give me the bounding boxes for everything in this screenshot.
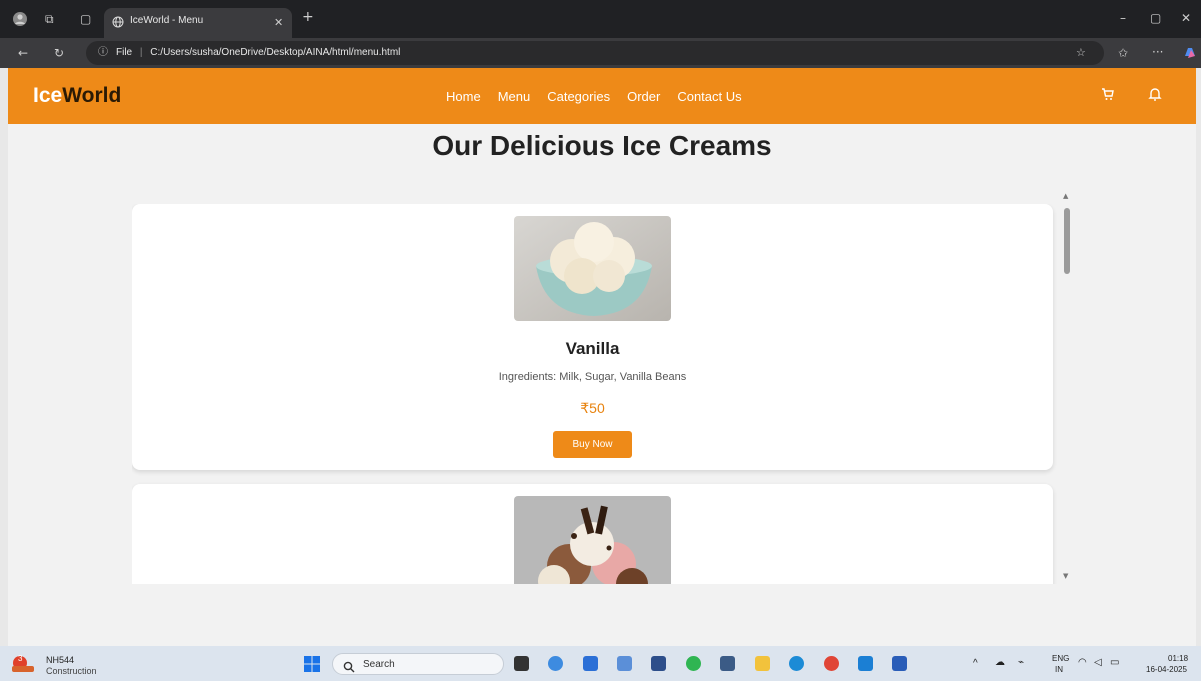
nav-link-contact-us[interactable]: Contact Us — [677, 89, 741, 104]
chocolate-ice-cream-image — [514, 496, 671, 584]
nav-link-order[interactable]: Order — [627, 89, 660, 104]
logo-ice: Ice — [33, 84, 63, 107]
task-view-icon[interactable] — [514, 656, 529, 671]
tray-chevron-icon[interactable]: ^ — [973, 658, 978, 669]
close-window-icon[interactable]: ✕ — [1181, 12, 1191, 24]
page-heading: Our Delicious Ice Creams — [432, 130, 772, 161]
vscode-icon[interactable] — [858, 656, 873, 671]
product-list[interactable]: Vanilla Ingredients: Milk, Sugar, Vanill… — [132, 204, 1070, 584]
edge-icon[interactable] — [789, 656, 804, 671]
battery-icon[interactable]: ▭ — [1110, 657, 1119, 668]
wifi-icon[interactable]: ◠ — [1078, 657, 1087, 668]
product-price: ₹50 — [580, 400, 605, 416]
windows-start-icon[interactable] — [304, 656, 320, 676]
profile-icon[interactable] — [12, 11, 28, 29]
chrome-icon[interactable] — [824, 656, 839, 671]
weather-widget[interactable]: 3 NH544 Construction — [8, 646, 118, 681]
bell-icon[interactable] — [1147, 86, 1163, 102]
onedrive-icon[interactable]: ☁ — [995, 657, 1005, 668]
clock-date[interactable]: 16-04-2025 — [1146, 665, 1187, 674]
app-icon[interactable] — [651, 656, 666, 671]
scrollbar[interactable]: ▲ ▼ — [1061, 192, 1073, 584]
whatsapp-icon[interactable] — [686, 656, 701, 671]
more-menu-icon[interactable]: ··· — [1152, 46, 1163, 58]
search-icon — [343, 658, 355, 677]
buy-now-button[interactable]: Buy Now — [553, 431, 632, 458]
copilot-icon[interactable] — [1183, 46, 1197, 62]
weather-badge: 3 — [18, 654, 23, 663]
minimize-icon[interactable]: – — [1120, 12, 1126, 24]
address-separator: | — [139, 47, 143, 58]
product-ingredients: Ingredients: Milk, Sugar, Vanilla Beans — [498, 371, 687, 383]
weather-title: NH544 — [46, 655, 75, 665]
store-icon[interactable] — [583, 656, 598, 671]
widgets-icon[interactable] — [548, 656, 563, 671]
language-top[interactable]: ENG — [1052, 654, 1069, 663]
taskbar-search[interactable]: Search — [332, 653, 504, 675]
product-card — [132, 484, 1053, 584]
volume-icon[interactable]: ◁ — [1094, 657, 1102, 668]
tab-title: IceWorld - Menu — [130, 15, 204, 26]
weather-subtitle: Construction — [46, 666, 97, 676]
scrollbar-thumb[interactable] — [1064, 208, 1070, 274]
browser-tab-bar: ⧉ ▢ IceWorld - Menu ✕ + – ▢ ✕ — [0, 0, 1201, 38]
language-bottom[interactable]: IN — [1055, 665, 1063, 674]
workspaces-icon[interactable]: ⧉ — [45, 13, 54, 25]
favorite-star-icon[interactable]: ☆ — [1076, 47, 1086, 59]
web-page: IceWorld Home Menu Categories Order Cont… — [8, 68, 1196, 646]
windows-taskbar: 3 NH544 Construction Search ^ ☁ ⌁ ENG IN… — [0, 646, 1201, 681]
nav-link-home[interactable]: Home — [446, 89, 481, 104]
address-prefix: File — [116, 47, 133, 58]
scroll-down-icon[interactable]: ▼ — [1063, 572, 1068, 580]
calculator-icon[interactable] — [720, 656, 735, 671]
site-logo[interactable]: IceWorld — [33, 84, 121, 108]
refresh-icon[interactable]: ↻ — [54, 47, 64, 59]
file-explorer-icon[interactable] — [755, 656, 770, 671]
globe-icon — [112, 16, 124, 30]
clock-time[interactable]: 01:18 — [1168, 654, 1188, 663]
info-icon[interactable]: ⓘ — [98, 47, 108, 59]
vanilla-ice-cream-image — [514, 216, 671, 321]
scroll-up-icon[interactable]: ▲ — [1063, 192, 1068, 200]
tab-iceworld-menu[interactable]: IceWorld - Menu ✕ — [104, 8, 292, 38]
cart-icon[interactable] — [1100, 86, 1116, 102]
nav-link-menu[interactable]: Menu — [498, 89, 531, 104]
notepad-icon[interactable] — [617, 656, 632, 671]
site-navbar: IceWorld Home Menu Categories Order Cont… — [8, 68, 1196, 124]
weather-icon — [12, 655, 40, 677]
address-bar[interactable]: ⓘ File | C:/Users/susha/OneDrive/Desktop… — [86, 41, 1104, 65]
product-name: Vanilla — [565, 339, 620, 358]
new-tab-icon[interactable]: + — [302, 10, 314, 24]
word-icon[interactable] — [892, 656, 907, 671]
maximize-icon[interactable]: ▢ — [1150, 12, 1161, 24]
favorites-icon[interactable]: ✩ — [1118, 47, 1128, 59]
logo-world: World — [62, 84, 122, 107]
back-icon[interactable]: ← — [18, 47, 28, 59]
nav-link-categories[interactable]: Categories — [547, 89, 610, 104]
tab-actions-icon[interactable]: ▢ — [80, 13, 91, 25]
close-tab-icon[interactable]: ✕ — [274, 17, 283, 29]
search-label: Search — [363, 659, 395, 670]
nav-links: Home Menu Categories Order Contact Us — [446, 89, 742, 104]
bluetooth-icon[interactable]: ⌁ — [1018, 657, 1024, 668]
address-bar-row: ← ↻ ⓘ File | C:/Users/susha/OneDrive/Des… — [0, 38, 1201, 68]
address-url: C:/Users/susha/OneDrive/Desktop/AINA/htm… — [150, 47, 401, 58]
product-card: Vanilla Ingredients: Milk, Sugar, Vanill… — [132, 204, 1053, 470]
